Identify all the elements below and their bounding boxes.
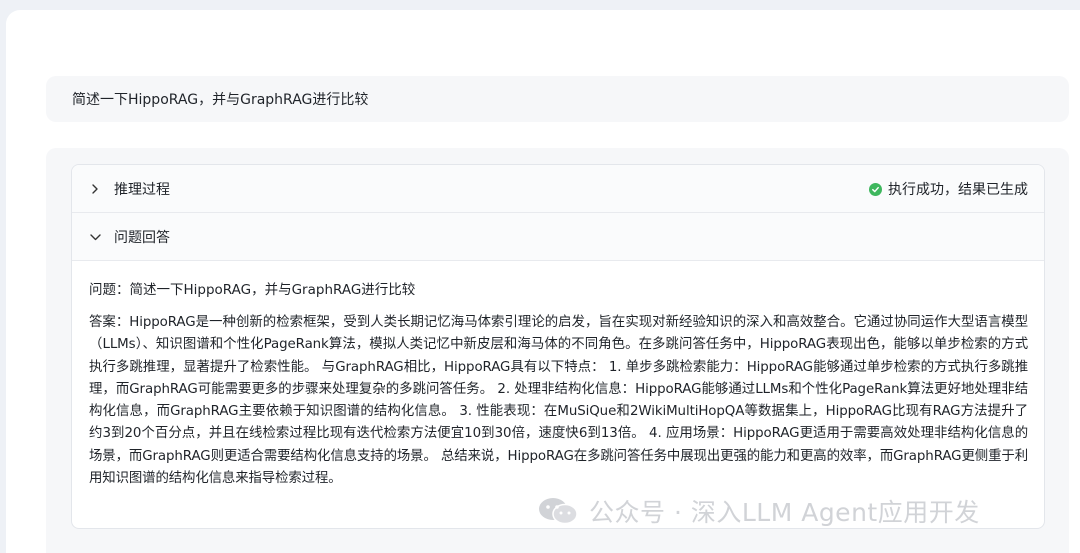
user-question-text: 简述一下HippoRAG，并与GraphRAG进行比较	[72, 92, 369, 108]
reasoning-panel-header[interactable]: 推理过程 执行成功，结果已生成	[72, 165, 1044, 213]
status-indicator: 执行成功，结果已生成	[869, 165, 1028, 213]
user-question-bubble: 简述一下HippoRAG，并与GraphRAG进行比较	[46, 76, 1069, 122]
reasoning-panel-title: 推理过程	[114, 181, 170, 198]
wechat-logo-icon	[537, 496, 579, 526]
qa-panel-body: 问题：简述一下HippoRAG，并与GraphRAG进行比较 答案：HippoR…	[72, 262, 1044, 528]
answer-question-line: 问题：简述一下HippoRAG，并与GraphRAG进行比较	[89, 282, 416, 298]
chevron-right-icon	[88, 182, 102, 196]
chevron-down-icon	[88, 230, 102, 244]
qa-panel-header[interactable]: 问题回答	[72, 213, 1044, 261]
qa-panel-title: 问题回答	[114, 229, 170, 246]
answer-text: 答案：HippoRAG是一种创新的检索框架，受到人类长期记忆海马体索引理论的启发…	[89, 315, 1028, 487]
status-text: 执行成功，结果已生成	[888, 182, 1028, 198]
success-check-icon	[869, 182, 882, 196]
watermark-text: 公众号 · 深入LLM Agent应用开发	[589, 498, 980, 527]
response-card: 推理过程 执行成功，结果已生成 问题回答 问题：简述一下HippoRAG，并与G…	[71, 164, 1045, 529]
watermark: 公众号 · 深入LLM Agent应用开发	[537, 494, 980, 528]
